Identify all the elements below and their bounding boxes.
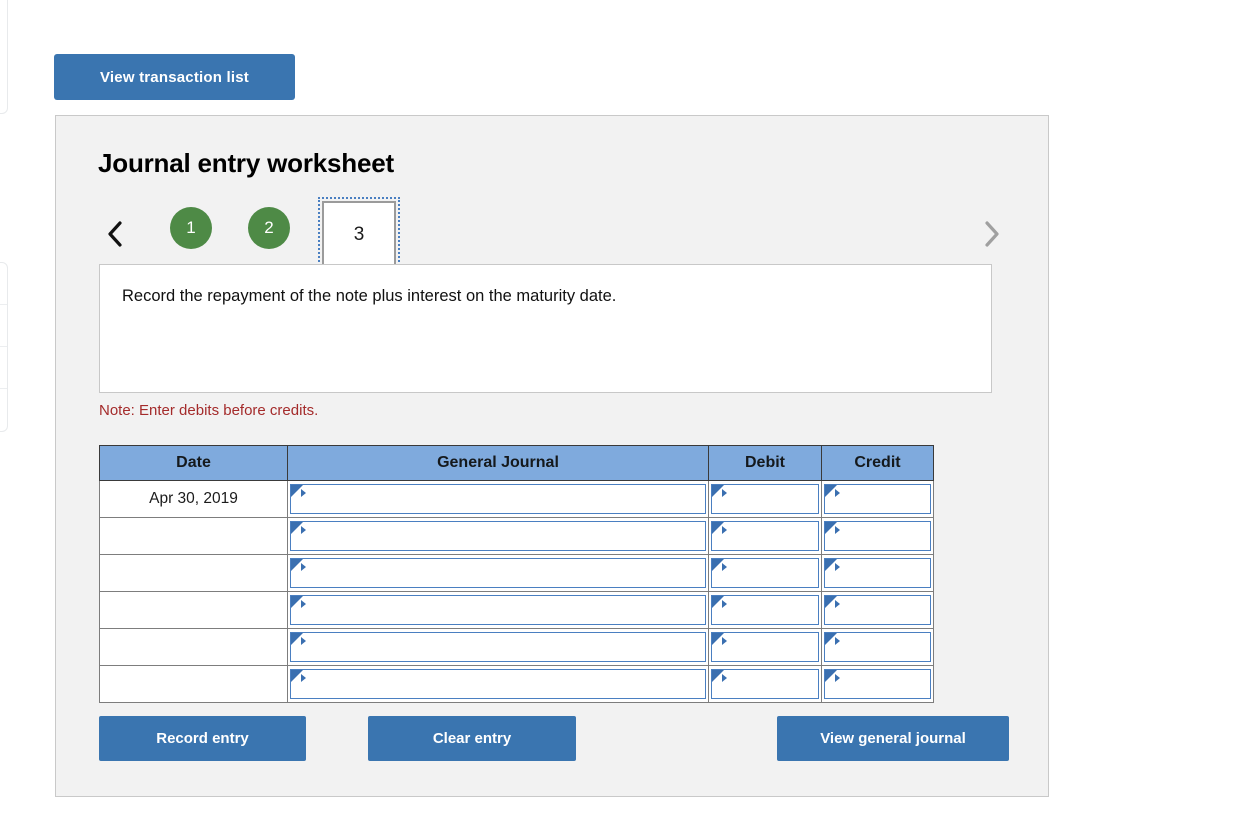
debit-input[interactable] [711, 632, 819, 662]
debit-input[interactable] [711, 521, 819, 551]
general-journal-input[interactable] [290, 558, 706, 588]
column-header-credit: Credit [821, 445, 934, 481]
list-item [0, 347, 7, 389]
journal-entry-worksheet-panel: Journal entry worksheet 1 2 3 Record the… [55, 115, 1049, 797]
credit-input[interactable] [824, 521, 931, 551]
table-row [99, 591, 934, 629]
debit-cell[interactable] [708, 665, 822, 703]
worksheet-pager: 1 2 3 [98, 197, 1008, 273]
pager-step-label: 2 [264, 218, 274, 237]
debit-input[interactable] [711, 595, 819, 625]
page-edge-card-artifact [0, 0, 8, 114]
list-item [0, 263, 7, 305]
general-journal-input[interactable] [290, 521, 706, 551]
debit-cell[interactable] [708, 591, 822, 629]
general-journal-cell[interactable] [287, 480, 709, 518]
credit-cell[interactable] [821, 480, 934, 518]
credit-input[interactable] [824, 484, 931, 514]
date-cell [99, 554, 288, 592]
view-transaction-list-button[interactable]: View transaction list [54, 54, 295, 100]
date-cell: Apr 30, 2019 [99, 480, 288, 518]
worksheet-footer-actions: Record entry Clear entry View general jo… [99, 716, 1009, 762]
transaction-description-text: Record the repayment of the note plus in… [122, 287, 617, 305]
table-row [99, 517, 934, 555]
pager-step-label: 3 [353, 224, 365, 245]
credit-cell[interactable] [821, 554, 934, 592]
table-row [99, 554, 934, 592]
debit-cell[interactable] [708, 480, 822, 518]
debits-before-credits-note: Note: Enter debits before credits. [99, 402, 319, 419]
debit-cell[interactable] [708, 517, 822, 555]
view-general-journal-button[interactable]: View general journal [777, 716, 1009, 761]
chevron-right-icon [981, 219, 1001, 249]
clear-entry-button[interactable]: Clear entry [368, 716, 576, 761]
debit-input[interactable] [711, 669, 819, 699]
pager-step-label: 1 [186, 218, 196, 237]
credit-cell[interactable] [821, 591, 934, 629]
column-header-date: Date [99, 445, 288, 481]
list-item [0, 305, 7, 347]
date-cell [99, 591, 288, 629]
credit-input[interactable] [824, 558, 931, 588]
column-header-debit: Debit [708, 445, 822, 481]
debit-cell[interactable] [708, 554, 822, 592]
pager-next-button[interactable] [974, 213, 1008, 255]
general-journal-input[interactable] [290, 484, 706, 514]
credit-cell[interactable] [821, 628, 934, 666]
date-cell [99, 665, 288, 703]
general-journal-cell[interactable] [287, 591, 709, 629]
pager-prev-button[interactable] [98, 213, 132, 255]
general-journal-cell[interactable] [287, 665, 709, 703]
column-header-general-journal: General Journal [287, 445, 709, 481]
chevron-left-icon [105, 219, 125, 249]
table-header-row: Date General Journal Debit Credit [99, 445, 934, 481]
page-edge-list-artifact [0, 262, 8, 432]
general-journal-cell[interactable] [287, 628, 709, 666]
table-row: Apr 30, 2019 [99, 480, 934, 518]
general-journal-cell[interactable] [287, 517, 709, 555]
date-cell [99, 628, 288, 666]
table-row [99, 628, 934, 666]
credit-cell[interactable] [821, 665, 934, 703]
pager-step-1[interactable]: 1 [170, 207, 212, 249]
general-journal-cell[interactable] [287, 554, 709, 592]
pager-step-2[interactable]: 2 [248, 207, 290, 249]
credit-input[interactable] [824, 632, 931, 662]
table-row [99, 665, 934, 703]
page-title: Journal entry worksheet [98, 148, 394, 178]
debit-input[interactable] [711, 484, 819, 514]
record-entry-button[interactable]: Record entry [99, 716, 306, 761]
credit-input[interactable] [824, 669, 931, 699]
credit-cell[interactable] [821, 517, 934, 555]
transaction-description-box: Record the repayment of the note plus in… [99, 264, 992, 393]
general-journal-input[interactable] [290, 595, 706, 625]
debit-cell[interactable] [708, 628, 822, 666]
pager-step-3-active[interactable]: 3 [318, 197, 400, 273]
list-item [0, 389, 7, 431]
debit-input[interactable] [711, 558, 819, 588]
general-journal-input[interactable] [290, 669, 706, 699]
journal-entry-table: Date General Journal Debit Credit Apr 30… [99, 445, 934, 703]
credit-input[interactable] [824, 595, 931, 625]
date-cell [99, 517, 288, 555]
general-journal-input[interactable] [290, 632, 706, 662]
